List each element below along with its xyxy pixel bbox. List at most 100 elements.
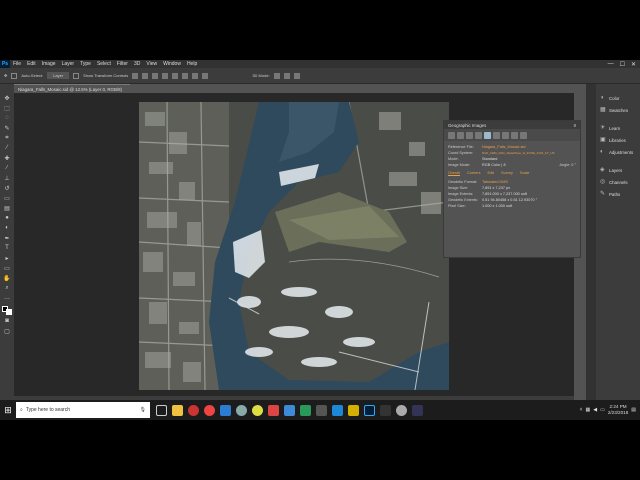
auto-select-checkbox[interactable] [11, 72, 18, 79]
panel-collapse-strip[interactable] [586, 84, 596, 408]
taskbar-search[interactable]: ⌕ Type here to search 🎙 [16, 402, 150, 418]
edge-icon[interactable] [220, 404, 231, 416]
stamp-tool-icon[interactable]: ⊥ [3, 174, 11, 182]
chrome-icon[interactable] [252, 404, 263, 416]
move-tool-icon[interactable]: ✥ [4, 73, 7, 78]
3d-pan-icon[interactable] [293, 72, 300, 79]
quick-select-tool-icon[interactable]: ✎ [3, 124, 11, 132]
layer-select[interactable]: Layer [47, 72, 70, 79]
distribute-icon[interactable] [192, 72, 199, 79]
panel-adjustments[interactable]: ◐ Adjustments [596, 146, 640, 158]
panel-learn[interactable]: ☀ Learn [596, 122, 640, 134]
eyedropper-tool-icon[interactable]: ⁄ [3, 144, 11, 152]
app-globe-icon[interactable] [396, 404, 407, 416]
eraser-tool-icon[interactable]: ▭ [3, 194, 11, 202]
microphone-icon[interactable]: 🎙 [140, 407, 150, 413]
pen-tool-icon[interactable]: ✒ [3, 234, 11, 242]
segment-survey[interactable]: Survey [501, 171, 513, 176]
segment-overall[interactable]: Overall [448, 171, 461, 176]
app-icon[interactable] [236, 404, 247, 416]
geo-tool-7-icon[interactable] [502, 131, 509, 139]
crop-tool-icon[interactable]: ⌗ [3, 134, 11, 142]
task-view-icon[interactable] [156, 404, 167, 416]
menu-layer[interactable]: Layer [59, 61, 78, 67]
menu-help[interactable]: Help [184, 61, 200, 67]
3d-roll-icon[interactable] [283, 72, 290, 79]
shape-tool-icon[interactable]: ▭ [3, 264, 11, 272]
menu-image[interactable]: Image [39, 61, 59, 67]
minimize-icon[interactable]: — [608, 61, 614, 68]
panel-channels[interactable]: ◎ Channels [596, 176, 640, 188]
aerial-image[interactable] [139, 102, 449, 390]
lasso-tool-icon[interactable]: ◌ [3, 114, 11, 122]
transform-controls-checkbox[interactable] [73, 72, 80, 79]
menu-3d[interactable]: 3D [131, 61, 143, 67]
more-tools-icon[interactable]: … [3, 294, 11, 302]
geo-tool-1-icon[interactable] [448, 131, 455, 139]
geo-tool-5-icon[interactable] [484, 131, 491, 139]
panel-layers[interactable]: ◈ Layers [596, 164, 640, 176]
app-blue-icon[interactable] [284, 404, 295, 416]
geo-tool-3-icon[interactable] [466, 131, 473, 139]
type-tool-icon[interactable]: T [3, 244, 11, 252]
color-swatches[interactable] [2, 306, 12, 315]
history-brush-icon[interactable]: ↺ [3, 184, 11, 192]
segment-edit[interactable]: Edit [488, 171, 495, 176]
panel-swatches[interactable]: ▦ Swatches [596, 104, 640, 116]
align-right-icon[interactable] [182, 72, 189, 79]
geo-tool-8-icon[interactable] [511, 131, 518, 139]
opera-icon[interactable] [188, 404, 199, 416]
healing-tool-icon[interactable]: ✚ [3, 154, 11, 162]
panel-menu-icon[interactable]: ≡ [573, 123, 580, 128]
hand-tool-icon[interactable]: ✋ [3, 274, 11, 282]
close-icon[interactable]: ✕ [631, 61, 636, 68]
menu-filter[interactable]: Filter [114, 61, 131, 67]
quick-mask-icon[interactable]: ◙ [3, 317, 11, 325]
volume-icon[interactable]: ◀ [593, 407, 597, 413]
message-icon[interactable]: ▭ [600, 407, 605, 413]
network-icon[interactable]: ▦ [586, 407, 591, 413]
app-portrait-icon[interactable] [412, 404, 423, 416]
app-green-icon[interactable] [300, 404, 311, 416]
align-top-icon[interactable] [132, 72, 139, 79]
menu-file[interactable]: File [10, 61, 24, 67]
gradient-tool-icon[interactable]: ▤ [3, 204, 11, 212]
brush-tool-icon[interactable]: ∕ [3, 164, 11, 172]
dodge-tool-icon[interactable]: ◐ [3, 224, 11, 232]
align-bottom-icon[interactable] [152, 72, 159, 79]
align-center-icon[interactable] [172, 72, 179, 79]
outlook-icon[interactable] [332, 404, 343, 416]
marquee-tool-icon[interactable]: ⬚ [3, 104, 11, 112]
menu-select[interactable]: Select [94, 61, 114, 67]
menu-window[interactable]: Window [160, 61, 184, 67]
clock[interactable]: 2:24 PM 2/23/2018 [608, 404, 628, 416]
segment-scale[interactable]: Scale [520, 171, 530, 176]
background-color[interactable] [6, 309, 12, 315]
notifications-icon[interactable]: ▤ [631, 407, 636, 413]
document-tab[interactable]: Niagara_Falls_Mosaic.sid @ 12.5% (Layer … [14, 84, 130, 93]
maximize-icon[interactable]: ☐ [620, 61, 625, 68]
menu-view[interactable]: View [143, 61, 160, 67]
panel-color[interactable]: ◑ Color [596, 92, 640, 104]
segment-corners[interactable]: Corners [467, 171, 481, 176]
distribute-h-icon[interactable] [202, 72, 209, 79]
move-tool-icon[interactable]: ✥ [3, 94, 11, 102]
windows-start-icon[interactable]: ⊞ [0, 400, 16, 420]
screen-mode-icon[interactable]: ▢ [3, 327, 11, 335]
geo-tool-9-icon[interactable] [520, 131, 527, 139]
geo-tool-6-icon[interactable] [493, 131, 500, 139]
panel-paths[interactable]: ✎ Paths [596, 188, 640, 200]
app-dark-icon[interactable] [380, 404, 391, 416]
blur-tool-icon[interactable]: ● [3, 214, 11, 222]
opera-gx-icon[interactable] [204, 404, 215, 416]
geo-tool-2-icon[interactable] [457, 131, 464, 139]
geo-panel-header[interactable]: Geographic Images ≡ [444, 121, 580, 129]
photoshop-taskbar-icon[interactable] [364, 404, 375, 416]
zoom-tool-icon[interactable]: ⌕ [3, 284, 11, 292]
3d-rotate-icon[interactable] [273, 72, 280, 79]
panel-libraries[interactable]: ▣ Libraries [596, 134, 640, 146]
menu-type[interactable]: Type [77, 61, 94, 67]
app-cube-icon[interactable] [316, 404, 327, 416]
app-red-icon[interactable] [268, 404, 279, 416]
tray-chevron-icon[interactable]: ˄ [580, 407, 583, 413]
